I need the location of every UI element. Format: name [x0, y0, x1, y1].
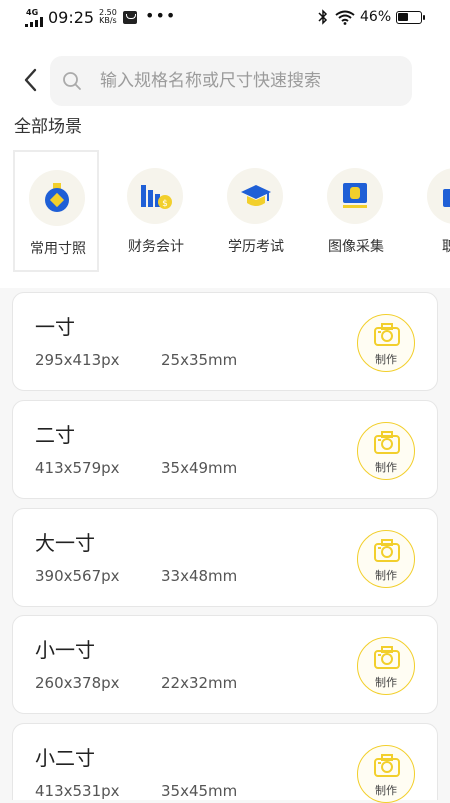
- wifi-icon: [335, 10, 355, 29]
- spec-name: 一寸: [35, 315, 75, 339]
- briefcase-icon: [443, 189, 450, 207]
- section-title: 全部场景: [14, 117, 82, 137]
- spec-card[interactable]: 二寸 413x579px 35x49mm 制作: [12, 400, 438, 499]
- make-button[interactable]: 制作: [357, 637, 415, 695]
- camera-icon: [374, 431, 400, 454]
- finance-chart-icon: $: [141, 185, 172, 209]
- spec-card[interactable]: 小二寸 413x531px 35x45mm 制作: [12, 723, 438, 803]
- category-education-exam[interactable]: 学历考试: [213, 150, 299, 272]
- camera-icon: [374, 646, 400, 669]
- spec-mm-size: 33x48mm: [161, 567, 238, 585]
- more-notifications-icon: •••: [145, 6, 177, 25]
- category-label: 职业: [442, 239, 450, 255]
- category-icon-circle: [427, 168, 450, 224]
- battery-icon: [396, 11, 425, 24]
- make-button[interactable]: 制作: [357, 314, 415, 372]
- category-icon-circle: [29, 170, 85, 226]
- category-label: 图像采集: [328, 239, 384, 255]
- graduation-cap-icon: [241, 185, 271, 206]
- category-label: 财务会计: [128, 239, 184, 255]
- make-button[interactable]: 制作: [357, 745, 415, 803]
- spec-card[interactable]: 大一寸 390x567px 33x48mm 制作: [12, 508, 438, 607]
- spec-mm-size: 25x35mm: [161, 351, 238, 369]
- category-icon-circle: [227, 168, 283, 224]
- spec-card[interactable]: 小一寸 260x378px 22x32mm 制作: [12, 615, 438, 714]
- camera-icon: [374, 539, 400, 562]
- category-icon-circle: $: [127, 168, 183, 224]
- spec-name: 小二寸: [35, 746, 95, 770]
- category-career[interactable]: 职业: [413, 150, 450, 272]
- network-type: 4G: [26, 8, 39, 17]
- spec-name: 小一寸: [35, 638, 95, 662]
- spec-mm-size: 22x32mm: [161, 674, 238, 692]
- spec-pixel-size: 413x579px: [35, 459, 120, 477]
- category-label: 学历考试: [228, 239, 284, 255]
- make-label: 制作: [375, 353, 397, 366]
- category-icon-circle: [327, 168, 383, 224]
- category-scroller[interactable]: 常用寸照 $ 财务会计 学历考试 图像采集 职: [0, 150, 450, 274]
- app-notification-icon: [123, 11, 137, 24]
- spec-pixel-size: 413x531px: [35, 782, 120, 800]
- spec-mm-size: 35x49mm: [161, 459, 238, 477]
- battery-percent: 46%: [360, 9, 392, 25]
- spec-pixel-size: 390x567px: [35, 567, 120, 585]
- signal-icon: [25, 17, 43, 27]
- category-label: 常用寸照: [30, 241, 86, 257]
- make-label: 制作: [375, 784, 397, 797]
- medal-icon: [45, 183, 69, 212]
- back-button[interactable]: [18, 66, 46, 94]
- svg-text:$: $: [162, 199, 168, 209]
- make-label: 制作: [375, 569, 397, 582]
- status-bar: 4G 09:25 2.50 KB/s ••• 46%: [0, 0, 450, 36]
- search-box[interactable]: [50, 56, 412, 106]
- id-photo-icon: [343, 183, 367, 208]
- spec-pixel-size: 295x413px: [35, 351, 120, 369]
- clock: 09:25: [48, 8, 95, 27]
- make-label: 制作: [375, 461, 397, 474]
- spec-name: 大一寸: [35, 531, 95, 555]
- spec-pixel-size: 260x378px: [35, 674, 120, 692]
- make-button[interactable]: 制作: [357, 422, 415, 480]
- chevron-left-icon: [24, 68, 37, 92]
- network-speed: 2.50 KB/s: [99, 9, 117, 25]
- search-input[interactable]: [100, 56, 400, 106]
- category-finance[interactable]: $ 财务会计: [113, 150, 199, 272]
- speed-unit: KB/s: [99, 16, 117, 25]
- category-common-photo[interactable]: 常用寸照: [13, 150, 99, 272]
- bluetooth-icon: [318, 9, 328, 29]
- category-image-collection[interactable]: 图像采集: [313, 150, 399, 272]
- make-button[interactable]: 制作: [357, 530, 415, 588]
- make-label: 制作: [375, 676, 397, 689]
- camera-icon: [374, 754, 400, 777]
- camera-icon: [374, 323, 400, 346]
- search-icon: [63, 72, 81, 90]
- spec-card[interactable]: 一寸 295x413px 25x35mm 制作: [12, 292, 438, 391]
- spec-name: 二寸: [35, 423, 75, 447]
- spec-mm-size: 35x45mm: [161, 782, 238, 800]
